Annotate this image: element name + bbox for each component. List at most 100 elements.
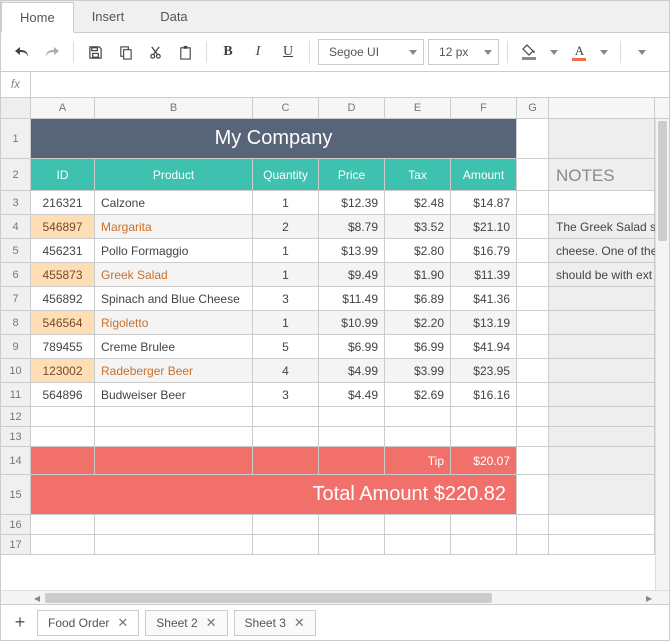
cell-price[interactable]: $6.99 <box>319 335 385 358</box>
cell[interactable] <box>549 287 655 310</box>
cell[interactable] <box>517 335 549 358</box>
cell-tax[interactable]: $3.52 <box>385 215 451 238</box>
cell[interactable] <box>549 311 655 334</box>
cell-id[interactable]: 789455 <box>31 335 95 358</box>
copy-button[interactable] <box>112 39 138 65</box>
cell-id[interactable]: 564896 <box>31 383 95 406</box>
row-head[interactable]: 15 <box>1 475 31 514</box>
row-head[interactable]: 6 <box>1 263 31 286</box>
cell-id[interactable]: 456892 <box>31 287 95 310</box>
cell-product[interactable]: Spinach and Blue Cheese <box>95 287 253 310</box>
italic-button[interactable]: I <box>245 39 271 65</box>
cell-product[interactable]: Rigoletto <box>95 311 253 334</box>
header-id[interactable]: ID <box>31 159 95 190</box>
cell[interactable] <box>517 215 549 238</box>
scrollbar-thumb[interactable] <box>45 593 492 603</box>
add-sheet-button[interactable]: + <box>9 612 31 634</box>
scrollbar-thumb[interactable] <box>658 121 667 241</box>
cell[interactable] <box>517 239 549 262</box>
cell-tax[interactable]: $6.89 <box>385 287 451 310</box>
cell-product[interactable]: Budweiser Beer <box>95 383 253 406</box>
cell-qty[interactable]: 2 <box>253 215 319 238</box>
col-head-c[interactable]: C <box>253 98 319 118</box>
cell[interactable] <box>517 159 549 190</box>
cell-qty[interactable]: 1 <box>253 191 319 214</box>
cell-qty[interactable]: 5 <box>253 335 319 358</box>
cell[interactable] <box>517 359 549 382</box>
row-head[interactable]: 13 <box>1 427 31 446</box>
paste-button[interactable] <box>172 39 198 65</box>
header-price[interactable]: Price <box>319 159 385 190</box>
cell-qty[interactable]: 3 <box>253 287 319 310</box>
horizontal-scrollbar[interactable]: ◂ ▸ <box>1 590 669 604</box>
cell[interactable] <box>517 287 549 310</box>
cell-qty[interactable]: 1 <box>253 311 319 334</box>
cell-price[interactable]: $13.99 <box>319 239 385 262</box>
cell[interactable] <box>517 263 549 286</box>
scroll-left-icon[interactable]: ◂ <box>31 591 43 605</box>
cell[interactable] <box>517 383 549 406</box>
cell-product[interactable]: Calzone <box>95 191 253 214</box>
cell-tax[interactable]: $2.69 <box>385 383 451 406</box>
cell-id[interactable]: 546564 <box>31 311 95 334</box>
close-icon[interactable]: ✕ <box>294 615 305 631</box>
ribbon-tab-home[interactable]: Home <box>1 2 74 33</box>
row-head[interactable]: 5 <box>1 239 31 262</box>
cell-amount[interactable]: $41.94 <box>451 335 517 358</box>
header-product[interactable]: Product <box>95 159 253 190</box>
bold-button[interactable]: B <box>215 39 241 65</box>
cell-id[interactable]: 216321 <box>31 191 95 214</box>
cell[interactable] <box>517 311 549 334</box>
cell-tax[interactable]: $1.90 <box>385 263 451 286</box>
ribbon-tab-data[interactable]: Data <box>142 2 205 31</box>
company-title[interactable]: My Company <box>31 119 517 158</box>
cell[interactable] <box>517 191 549 214</box>
scroll-right-icon[interactable]: ▸ <box>643 591 655 605</box>
row-head[interactable]: 8 <box>1 311 31 334</box>
row-head[interactable]: 7 <box>1 287 31 310</box>
row-head[interactable]: 4 <box>1 215 31 238</box>
row-head[interactable]: 12 <box>1 407 31 426</box>
col-head-g[interactable]: G <box>517 98 549 118</box>
cell-id[interactable]: 546897 <box>31 215 95 238</box>
ribbon-tab-insert[interactable]: Insert <box>74 2 143 31</box>
col-head-f[interactable]: F <box>451 98 517 118</box>
cell-price[interactable]: $4.99 <box>319 359 385 382</box>
cell-id[interactable]: 123002 <box>31 359 95 382</box>
cell-tax[interactable]: $2.48 <box>385 191 451 214</box>
grid-rows[interactable]: 1 My Company 2 ID Product Quantity Price… <box>1 119 655 590</box>
cell-qty[interactable]: 4 <box>253 359 319 382</box>
row-head[interactable]: 16 <box>1 515 31 534</box>
cell-price[interactable]: $4.49 <box>319 383 385 406</box>
undo-button[interactable] <box>9 39 35 65</box>
cell-amount[interactable]: $13.19 <box>451 311 517 334</box>
tip-label[interactable]: Tip <box>385 447 451 474</box>
cell-product[interactable]: Radeberger Beer <box>95 359 253 382</box>
cell-amount[interactable]: $16.16 <box>451 383 517 406</box>
sheet-tab[interactable]: Food Order ✕ <box>37 610 139 636</box>
cell-qty[interactable]: 1 <box>253 263 319 286</box>
total-row[interactable]: Total Amount $220.82 <box>31 475 517 514</box>
col-head-e[interactable]: E <box>385 98 451 118</box>
cell-tax[interactable]: $6.99 <box>385 335 451 358</box>
sheet-tab[interactable]: Sheet 2 ✕ <box>145 610 227 636</box>
cell-price[interactable]: $12.39 <box>319 191 385 214</box>
select-all-corner[interactable] <box>1 98 31 118</box>
cell-amount[interactable]: $11.39 <box>451 263 517 286</box>
header-amount[interactable]: Amount <box>451 159 517 190</box>
cell-price[interactable]: $11.49 <box>319 287 385 310</box>
cell-amount[interactable]: $16.79 <box>451 239 517 262</box>
cell-product[interactable]: Pollo Formaggio <box>95 239 253 262</box>
cell-price[interactable]: $8.79 <box>319 215 385 238</box>
row-head[interactable]: 17 <box>1 535 31 554</box>
underline-button[interactable]: U <box>275 39 301 65</box>
cut-button[interactable] <box>142 39 168 65</box>
col-head-b[interactable]: B <box>95 98 253 118</box>
save-button[interactable] <box>82 39 108 65</box>
more-button[interactable] <box>629 39 655 65</box>
cell-amount[interactable]: $21.10 <box>451 215 517 238</box>
cell-price[interactable]: $10.99 <box>319 311 385 334</box>
cell-product[interactable]: Margarita <box>95 215 253 238</box>
row-head[interactable]: 2 <box>1 159 31 190</box>
fill-color-button[interactable] <box>516 39 542 65</box>
